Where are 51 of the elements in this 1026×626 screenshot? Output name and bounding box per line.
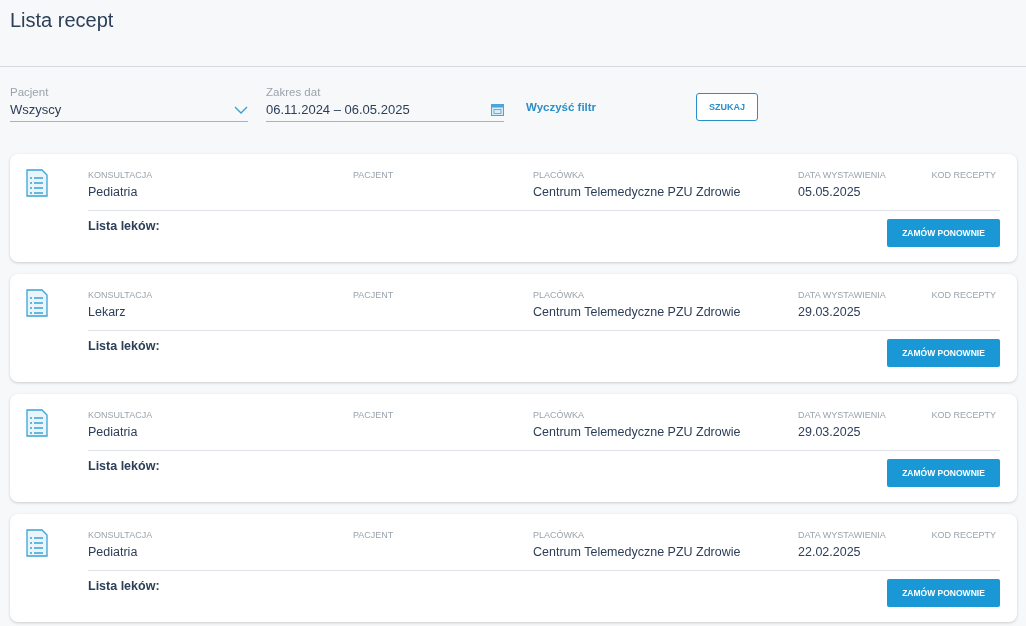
- field-value: 29.03.2025: [798, 425, 861, 439]
- chevron-down-icon: [234, 105, 248, 114]
- column-label: PLACÓWKA: [533, 530, 584, 540]
- column-label: PACJENT: [353, 530, 394, 540]
- field-value: Pediatria: [88, 545, 138, 559]
- column-label: PLACÓWKA: [533, 170, 584, 180]
- reorder-button[interactable]: ZAMÓW PONOWNIE: [887, 339, 1000, 367]
- column-label: DATA WYSTAWIENIA: [798, 530, 886, 540]
- drug-list-label: Lista leków:: [88, 339, 160, 353]
- column-label: KOD RECEPTY: [931, 530, 996, 540]
- field-value: Pediatria: [88, 425, 138, 439]
- field-value: Centrum Telemedyczne PZU Zdrowie: [533, 545, 741, 559]
- column-label: PACJENT: [353, 170, 394, 180]
- calendar-icon: [491, 103, 504, 116]
- reorder-button[interactable]: ZAMÓW PONOWNIE: [887, 579, 1000, 607]
- column-label: KOD RECEPTY: [931, 170, 996, 180]
- field-value: 05.05.2025: [798, 185, 861, 199]
- column-label: DATA WYSTAWIENIA: [798, 170, 886, 180]
- drug-list-label: Lista leków:: [88, 219, 160, 233]
- column-label: KONSULTACJA: [88, 410, 153, 420]
- drug-list-label: Lista leków:: [88, 579, 160, 593]
- document-list-icon: [26, 529, 48, 557]
- reorder-button[interactable]: ZAMÓW PONOWNIE: [887, 459, 1000, 487]
- column-label: KONSULTACJA: [88, 290, 153, 300]
- field-value: Centrum Telemedyczne PZU Zdrowie: [533, 425, 741, 439]
- column-label: PLACÓWKA: [533, 410, 584, 420]
- patient-select[interactable]: Pacjent Wszyscy: [10, 86, 248, 122]
- column-label: PACJENT: [353, 290, 394, 300]
- document-list-icon: [26, 289, 48, 317]
- field-value: 22.02.2025: [798, 545, 861, 559]
- field-value: Lekarz: [88, 305, 126, 319]
- column-label: DATA WYSTAWIENIA: [798, 290, 886, 300]
- document-list-icon: [26, 169, 48, 197]
- column-label: KONSULTACJA: [88, 530, 153, 540]
- column-label: PLACÓWKA: [533, 290, 584, 300]
- page-title: Lista recept: [10, 8, 114, 32]
- field-value: Centrum Telemedyczne PZU Zdrowie: [533, 305, 741, 319]
- column-label: KONSULTACJA: [88, 170, 153, 180]
- search-button[interactable]: SZUKAJ: [696, 93, 758, 121]
- column-label: KOD RECEPTY: [931, 290, 996, 300]
- document-list-icon: [26, 409, 48, 437]
- drug-list-label: Lista leków:: [88, 459, 160, 473]
- clear-filter-link[interactable]: Wyczyść filtr: [526, 101, 696, 113]
- column-label: PACJENT: [353, 410, 394, 420]
- field-value: 29.03.2025: [798, 305, 861, 319]
- column-label: DATA WYSTAWIENIA: [798, 410, 886, 420]
- date-range-field[interactable]: Zakres dat 06.11.2024 – 06.05.2025: [266, 86, 504, 122]
- column-label: KOD RECEPTY: [931, 410, 996, 420]
- field-value: Centrum Telemedyczne PZU Zdrowie: [533, 185, 741, 199]
- field-value: Pediatria: [88, 185, 138, 199]
- reorder-button[interactable]: ZAMÓW PONOWNIE: [887, 219, 1000, 247]
